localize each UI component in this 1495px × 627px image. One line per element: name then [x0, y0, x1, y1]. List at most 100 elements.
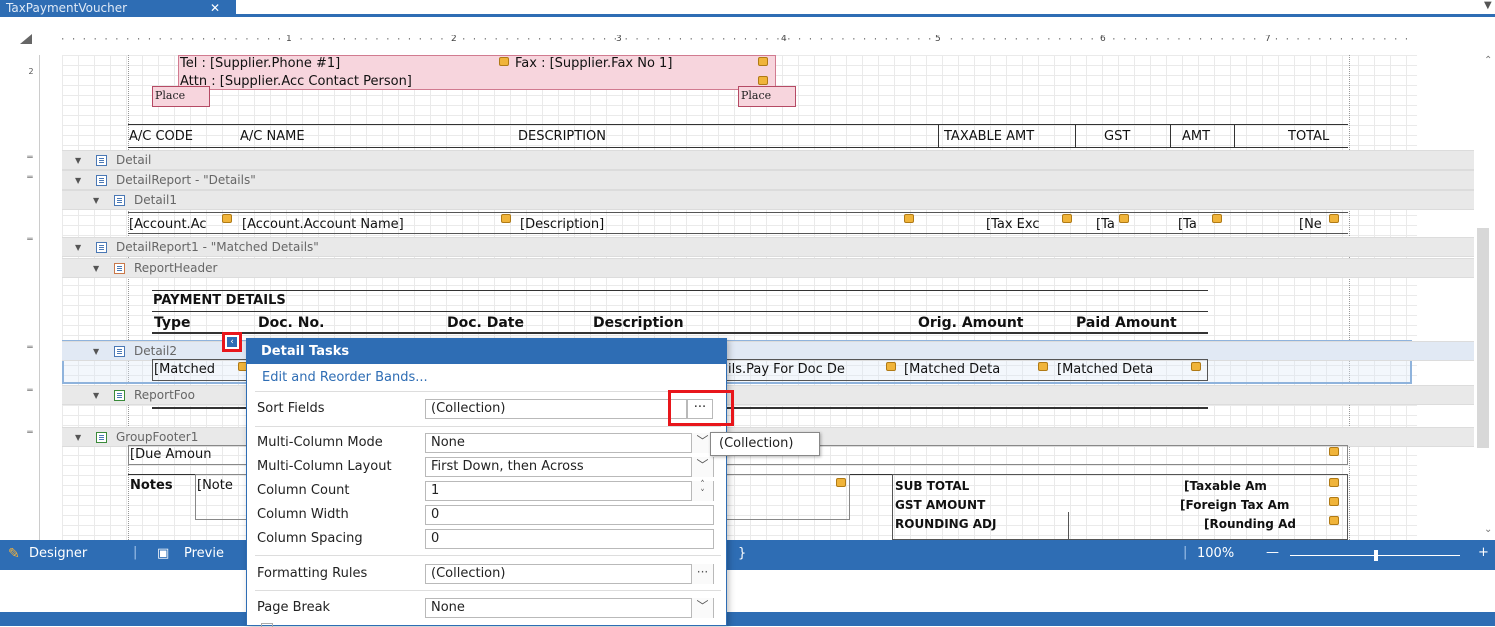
detail-tasks-popup[interactable]: Detail Tasks Edit and Reorder Bands... S…	[246, 338, 727, 627]
chevron-down-icon[interactable]: ﹀	[691, 457, 713, 477]
collapse-icon[interactable]: ▼	[75, 428, 81, 447]
collapse-icon[interactable]: ▼	[75, 171, 81, 190]
zoom-in-button[interactable]: +	[1478, 545, 1489, 560]
designer-tab[interactable]: Designer	[29, 546, 87, 561]
multi-column-mode-value: None	[431, 435, 465, 450]
database-icon	[1062, 214, 1072, 223]
field-tax-amt[interactable]: [Ta	[1178, 217, 1197, 233]
page-break-select[interactable]: None ﹀	[425, 598, 714, 618]
field-account-name[interactable]: [Account.Account Name]	[242, 217, 404, 233]
place-field-1[interactable]: Place	[152, 86, 210, 107]
band-handle[interactable]: ═	[24, 235, 36, 245]
sort-fields-label: Sort Fields	[257, 401, 325, 416]
divider	[255, 590, 721, 591]
payment-col-doc-date: Doc. Date	[447, 315, 524, 331]
margin-guide	[1349, 55, 1350, 540]
formatting-rules-value[interactable]: (Collection) ···	[425, 564, 714, 584]
payment-col-doc-no: Doc. No.	[258, 315, 325, 331]
sub-total-label: SUB TOTAL	[895, 479, 970, 493]
field-tax-exc[interactable]: [Tax Exc	[986, 217, 1039, 233]
ruler-number: 6	[1100, 35, 1106, 44]
smart-tag-highlight[interactable]: ‹	[222, 332, 242, 352]
col-amt: AMT	[1182, 129, 1211, 144]
collapse-icon[interactable]: ▼	[75, 151, 81, 170]
band-handle[interactable]: ═	[24, 173, 36, 183]
band-detail1[interactable]: ▼ Detail1	[62, 190, 1474, 210]
chevron-down-icon[interactable]: ﹀	[691, 598, 713, 618]
column-spacing-value: 0	[431, 531, 440, 546]
ellipsis-highlight	[668, 390, 734, 426]
database-icon	[1329, 447, 1339, 456]
band-handle[interactable]: ═	[24, 386, 36, 396]
preview-icon: ▣	[157, 546, 170, 561]
ruler-number: 4	[781, 35, 787, 44]
band-reportheader[interactable]: ▼ ReportHeader	[62, 258, 1474, 278]
divider	[1234, 124, 1235, 148]
preview-tab[interactable]: Previe	[184, 546, 224, 561]
field-description[interactable]: [Description]	[520, 217, 604, 233]
tel-field[interactable]: Tel : [Supplier.Phone #1]	[180, 56, 340, 72]
band-detailreport1[interactable]: ▼ DetailReport1 - "Matched Details"	[62, 237, 1474, 257]
field-notes[interactable]: [Note	[197, 478, 233, 494]
close-icon[interactable]: ✕	[210, 0, 220, 17]
place-field-2[interactable]: Place	[738, 86, 796, 107]
scroll-down-icon[interactable]: ⌄	[1484, 524, 1492, 535]
multi-column-layout-select[interactable]: First Down, then Across ﹀	[425, 457, 714, 477]
column-header-row[interactable]	[128, 124, 1348, 148]
horizontal-ruler: · · · · · · · · · · · · · · · · · · · · …	[60, 35, 1415, 45]
smart-tag-icon[interactable]: ‹	[227, 337, 237, 347]
database-icon	[758, 57, 768, 66]
payment-col-orig-amount: Orig. Amount	[918, 315, 1024, 331]
vertical-ruler: 2	[22, 55, 40, 540]
column-count-label: Column Count	[257, 483, 350, 498]
field-rounding[interactable]: [Rounding Ad	[1204, 516, 1296, 532]
column-spacing-input[interactable]: 0	[425, 529, 714, 549]
band-detail[interactable]: ▼ Detail	[62, 150, 1474, 170]
field-taxable-amt[interactable]: [Taxable Am	[1184, 478, 1267, 494]
collapse-icon[interactable]: ▼	[93, 191, 99, 210]
zoom-out-button[interactable]: —	[1266, 545, 1279, 560]
formatting-rules-ellipsis-button[interactable]: ···	[691, 564, 713, 584]
edit-reorder-bands-link[interactable]: Edit and Reorder Bands...	[262, 370, 428, 385]
band-label: DetailReport - "Details"	[116, 173, 256, 187]
field-foreign-tax[interactable]: [Foreign Tax Am	[1180, 497, 1289, 513]
collapse-icon[interactable]: ▼	[93, 386, 99, 405]
band-handle[interactable]: ═	[24, 153, 36, 163]
ruler-number: 7	[1265, 35, 1271, 44]
chevron-down-icon[interactable]: ▼	[1484, 0, 1492, 11]
multi-column-mode-select[interactable]: None ﹀	[425, 433, 714, 453]
collapse-icon[interactable]: ▼	[93, 342, 99, 361]
divider	[1075, 124, 1076, 148]
zoom-slider-thumb[interactable]	[1374, 550, 1378, 561]
column-count-stepper[interactable]: 1 ˄ ˅	[425, 481, 714, 501]
fax-field[interactable]: Fax : [Supplier.Fax No 1]	[515, 56, 672, 72]
database-icon	[904, 214, 914, 223]
database-icon	[1329, 497, 1339, 506]
band-icon	[96, 175, 107, 186]
divider	[255, 555, 721, 556]
band-label: Detail1	[134, 193, 177, 207]
collapse-icon[interactable]: ▼	[75, 238, 81, 257]
database-icon	[499, 57, 509, 66]
field-due-amount[interactable]: [Due Amoun	[130, 447, 211, 463]
column-width-input[interactable]: 0	[425, 505, 714, 525]
band-detailreport[interactable]: ▼ DetailReport - "Details"	[62, 170, 1474, 190]
band-handle[interactable]: ═	[24, 343, 36, 353]
band-handle[interactable]: ═	[24, 428, 36, 438]
database-icon	[222, 214, 232, 223]
collapse-icon[interactable]: ▼	[93, 259, 99, 278]
database-icon	[758, 76, 768, 85]
sort-fields-value[interactable]: (Collection)	[425, 399, 687, 419]
col-gst: GST	[1104, 129, 1131, 144]
spin-icon[interactable]: ˄ ˅	[691, 481, 713, 501]
field-account-code[interactable]: [Account.Ac	[129, 217, 207, 233]
vertical-scrollbar-thumb[interactable]	[1477, 228, 1489, 448]
multi-column-layout-label: Multi-Column Layout	[257, 459, 392, 474]
attn-field[interactable]: Attn : [Supplier.Acc Contact Person]	[180, 74, 412, 90]
tab-taxpaymentvoucher[interactable]: TaxPaymentVoucher ✕	[0, 0, 236, 17]
scroll-up-icon[interactable]: ⌃	[1484, 55, 1492, 66]
checkbox[interactable]	[261, 623, 273, 627]
field-tax[interactable]: [Ta	[1096, 217, 1115, 233]
field-net[interactable]: [Ne	[1299, 217, 1322, 233]
band-icon	[96, 242, 107, 253]
